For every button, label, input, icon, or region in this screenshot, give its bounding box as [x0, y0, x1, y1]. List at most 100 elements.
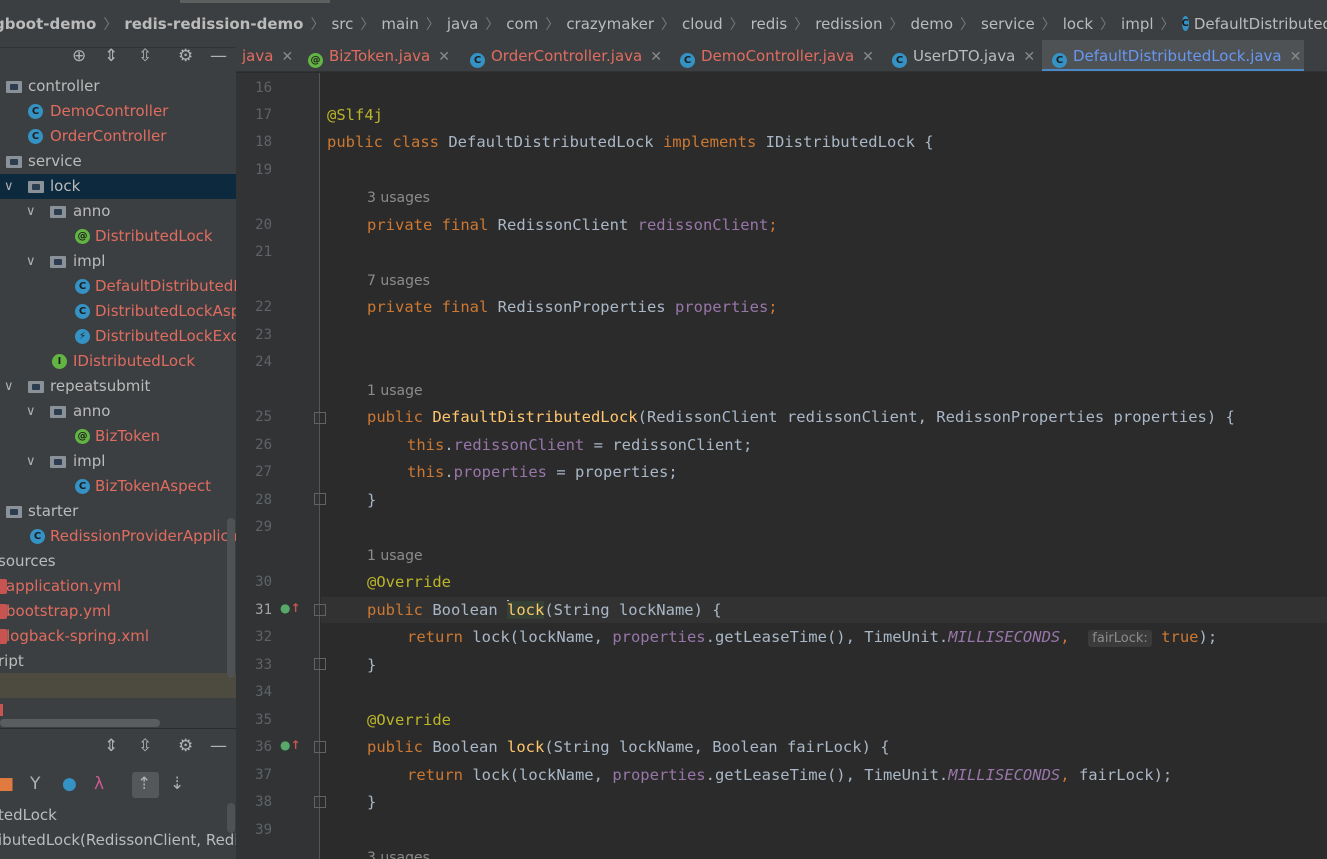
tab-label: DefaultDistributedLock.java [1073, 47, 1282, 65]
tree-item-anno[interactable]: ∨ anno [0, 399, 236, 424]
chevron-down-icon[interactable]: ∨ [26, 249, 36, 274]
chevron-down-icon[interactable]: ∨ [4, 174, 14, 199]
tree-item-demo-controller[interactable]: C DemoController [0, 99, 236, 124]
tab-demo-controller[interactable]: C DemoController.java ✕ [680, 40, 874, 71]
usage-hint[interactable]: 7 usages [367, 271, 430, 291]
tree-item-impl[interactable]: ∨ impl [0, 249, 236, 274]
breadcrumb-item[interactable]: cloud [682, 15, 723, 33]
collapse-all-icon[interactable]: ⇳ [138, 736, 152, 756]
fold-marker[interactable] [314, 658, 326, 670]
close-icon[interactable]: ✕ [438, 49, 450, 65]
gear-icon[interactable]: ⚙ [178, 736, 193, 756]
chevron-down-icon[interactable]: ∨ [26, 199, 36, 224]
close-icon[interactable]: ✕ [1290, 49, 1302, 65]
breadcrumb-item[interactable]: redission [815, 15, 882, 33]
brace-token: } [367, 793, 377, 811]
chevron-down-icon[interactable]: ∨ [26, 449, 36, 474]
collapse-all-icon[interactable]: ⇳ [138, 48, 152, 66]
expand-all-icon[interactable]: ⇕ [104, 736, 118, 756]
fold-marker[interactable] [314, 493, 326, 505]
type-token: RedissonClient [497, 216, 638, 234]
breadcrumb-item[interactable]: impl [1121, 15, 1153, 33]
breadcrumb-item[interactable]: gboot-demo [0, 15, 96, 33]
tree-item-distributed-lock[interactable]: @ DistributedLock [0, 224, 236, 249]
chevron-down-icon[interactable]: ∨ [26, 399, 36, 424]
class-icon: C [28, 104, 43, 119]
tree-item-script[interactable]: ript [0, 649, 236, 674]
fold-marker[interactable] [314, 741, 326, 753]
tree-item-repeatsubmit[interactable]: ∨ repeatsubmit [0, 374, 236, 399]
gear-icon[interactable]: ⚙ [178, 48, 193, 66]
breadcrumb-item-class[interactable]: DefaultDistributedLock [1194, 15, 1327, 33]
tab-order-controller[interactable]: C OrderController.java ✕ [470, 40, 662, 71]
breadcrumb-item[interactable]: src [331, 15, 353, 33]
tab-java[interactable]: java ✕ [242, 40, 293, 71]
hierarchy-icon[interactable]: Y [30, 774, 40, 794]
tree-item-service[interactable]: service [0, 149, 236, 174]
keyword-token: return [407, 766, 473, 784]
chevron-down-icon[interactable]: ∨ [4, 374, 14, 399]
tree-item-application-yml[interactable]: application.yml [0, 574, 236, 599]
tree-item-idistributed-lock[interactable]: I IDistributedLock [0, 349, 236, 374]
structure-item[interactable]: tedLock [0, 803, 236, 828]
tree-item-bootstrap-yml[interactable]: bootstrap.yml [0, 599, 236, 624]
sort-up-icon[interactable]: ⇡ [137, 774, 151, 794]
sort-down-icon[interactable]: ⇣ [170, 774, 184, 794]
tree-item-highlighted[interactable] [0, 673, 236, 698]
tree-item-distributed-lock-aspect[interactable]: C DistributedLockAsp [0, 299, 236, 324]
tree-item-resources[interactable]: sources [0, 549, 236, 574]
tree-item-starter[interactable]: starter [0, 499, 236, 524]
tree-item-order-controller[interactable]: C OrderController [0, 124, 236, 149]
tree-item-impl[interactable]: ∨ impl [0, 449, 236, 474]
close-icon[interactable]: ✕ [862, 49, 874, 65]
fold-marker[interactable] [314, 796, 326, 808]
tree-item-lock[interactable]: ∨ lock [0, 174, 236, 199]
line-number: 36 [255, 739, 272, 755]
close-icon[interactable]: ✕ [1023, 49, 1035, 65]
horizontal-scrollbar[interactable] [0, 719, 160, 727]
class-icon: C [75, 479, 90, 494]
breadcrumb-item[interactable]: main [381, 15, 418, 33]
implements-method-icon[interactable]: ●↑ [280, 601, 301, 615]
breadcrumb-item[interactable]: crazymaker [566, 15, 654, 33]
breadcrumb-item[interactable]: java [447, 15, 478, 33]
tree-item-distributed-lock-exception[interactable]: ⚡ DistributedLockExc [0, 324, 236, 349]
close-icon[interactable]: ✕ [281, 49, 293, 65]
usage-hint[interactable]: 1 usage [367, 381, 423, 401]
breadcrumb-item[interactable]: lock [1063, 15, 1093, 33]
breadcrumb-item[interactable]: demo [910, 15, 953, 33]
tree-item-biztoken-aspect[interactable]: C BizTokenAspect [0, 474, 236, 499]
fold-marker[interactable] [314, 604, 326, 616]
tab-default-distributed-lock[interactable]: C DefaultDistributedLock.java ✕ [1042, 40, 1304, 71]
usage-hint[interactable]: 1 usage [367, 546, 423, 566]
lambda-icon[interactable]: λ [94, 774, 104, 794]
tree-item-anno[interactable]: ∨ anno [0, 199, 236, 224]
crosshair-icon[interactable]: ⊕ [72, 48, 86, 66]
tree-item-controller[interactable]: controller [0, 74, 236, 99]
vertical-scrollbar[interactable] [227, 518, 235, 678]
tree-label: bootstrap.yml [6, 602, 111, 620]
minimize-icon[interactable]: — [210, 736, 227, 756]
usage-hint[interactable]: 3 usages [367, 188, 430, 208]
lock-filter-icon[interactable]: ■ [0, 774, 14, 794]
fold-marker[interactable] [314, 412, 326, 424]
tab-biztoken[interactable]: @ BizToken.java ✕ [308, 40, 450, 71]
tree-item-logback-spring-xml[interactable]: logback-spring.xml [0, 624, 236, 649]
minimize-icon[interactable]: — [210, 48, 227, 66]
close-icon[interactable]: ✕ [650, 49, 662, 65]
breadcrumb-item[interactable]: redis-redission-demo [124, 15, 303, 33]
implements-method-icon[interactable]: ●↑ [280, 738, 301, 752]
tree-item-redission-provider-application[interactable]: C RedissionProviderApplica [0, 524, 236, 549]
usage-hint[interactable]: 3 usages [367, 848, 430, 859]
tree-item-default-distributed-lock[interactable]: C DefaultDistributedL [0, 274, 236, 299]
structure-scrollbar[interactable] [227, 803, 235, 833]
breadcrumb-item[interactable]: redis [751, 15, 788, 33]
folder-icon [6, 506, 22, 518]
breadcrumb-item[interactable]: service [981, 15, 1035, 33]
expand-all-icon[interactable]: ⇕ [104, 48, 118, 66]
circle-filter-icon[interactable]: ● [62, 774, 77, 794]
tree-item-biztoken[interactable]: @ BizToken [0, 424, 236, 449]
tab-userdto[interactable]: C UserDTO.java ✕ [892, 40, 1035, 71]
breadcrumb-item[interactable]: com [506, 15, 538, 33]
structure-item[interactable]: ibutedLock(RedissonClient, Redi [0, 828, 236, 853]
